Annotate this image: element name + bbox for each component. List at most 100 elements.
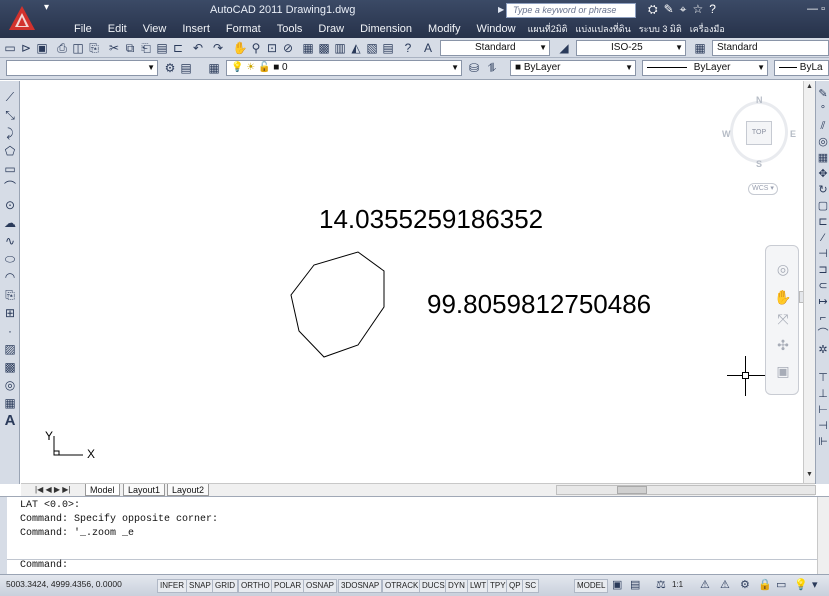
point-icon[interactable]: ·	[2, 323, 18, 339]
insert-block-icon[interactable]: ⎘	[2, 287, 18, 303]
match-properties-icon[interactable]: ▤	[154, 40, 170, 56]
save-icon[interactable]: ▣	[34, 40, 50, 56]
tool-palettes-icon[interactable]: ▥	[332, 40, 348, 56]
menu-dimension[interactable]: Dimension	[352, 22, 420, 36]
zoom-previous-icon[interactable]: ⊘	[280, 40, 296, 56]
ellipse-icon[interactable]: ⬭	[2, 251, 18, 267]
trim-icon[interactable]: ⁄	[816, 231, 829, 245]
horizontal-scroll-thumb[interactable]	[617, 486, 647, 494]
wcs-menu[interactable]: WCS ▾	[748, 183, 778, 195]
layer-properties-icon[interactable]: ▤	[178, 60, 194, 76]
dim-aligned-icon[interactable]: ⊥	[816, 387, 829, 401]
command-window-grip[interactable]	[0, 497, 7, 575]
toggle-ducs[interactable]: DUCS	[419, 579, 448, 593]
toggle-infer[interactable]: INFER	[157, 579, 187, 593]
zoom-extents-icon[interactable]: ⤧	[774, 310, 792, 328]
scroll-up-arrow[interactable]: ▲	[806, 83, 813, 90]
workspace-settings-icon[interactable]: ⚙	[162, 60, 178, 76]
text-style-icon[interactable]: A	[420, 40, 436, 56]
compass-east[interactable]: E	[790, 129, 796, 139]
toggle-snap[interactable]: SNAP	[186, 579, 214, 593]
sheet-set-icon[interactable]: ◭	[348, 40, 364, 56]
tab-layout1[interactable]: Layout1	[123, 484, 166, 496]
table-icon[interactable]: ▦	[2, 395, 18, 411]
command-scrollbar[interactable]	[817, 497, 829, 575]
quickcalc-icon[interactable]: ▤	[380, 40, 396, 56]
polyline-icon[interactable]: ⤸	[2, 125, 18, 141]
rectangle-icon[interactable]: ▭	[2, 161, 18, 177]
chamfer-icon[interactable]: ↦	[816, 295, 829, 309]
dim-radius-icon[interactable]: ⊩	[816, 435, 829, 449]
communication-center-icon[interactable]: ✎	[664, 2, 674, 17]
table-style-icon[interactable]: ▦	[692, 40, 708, 56]
compass-west[interactable]: W	[722, 129, 731, 139]
print-preview-icon[interactable]: ◫	[70, 40, 86, 56]
hatch-icon[interactable]: ▨	[2, 341, 18, 357]
revision-cloud-icon[interactable]: ☁	[2, 215, 18, 231]
properties-icon[interactable]: ▦	[300, 40, 316, 56]
viewcube[interactable]: N S E W TOP WCS ▾	[722, 91, 802, 201]
menu-2d-map[interactable]: แผนที่2มิติ	[524, 22, 572, 36]
open-file-icon[interactable]: ⊳	[18, 40, 34, 56]
help-button-icon[interactable]: ?	[400, 40, 416, 56]
horizontal-scrollbar[interactable]	[556, 485, 816, 495]
menu-modify[interactable]: Modify	[420, 22, 468, 36]
blend-icon[interactable]: ⌒	[816, 327, 829, 341]
vertical-scrollbar[interactable]: ▲ ▼	[803, 81, 815, 483]
move-icon[interactable]: ✥	[816, 167, 829, 181]
menu-land-parcel[interactable]: แบ่งแปลงที่ดิน	[572, 22, 635, 36]
publish-icon[interactable]: ⎘	[86, 40, 102, 56]
isolate-objects-icon[interactable]: ▭	[776, 578, 786, 591]
viewcube-top-face[interactable]: TOP	[746, 121, 772, 145]
toggle-qp[interactable]: QP	[506, 579, 524, 593]
menu-3d-system[interactable]: ระบบ 3 มิติ	[635, 22, 686, 36]
scroll-down-arrow[interactable]: ▼	[806, 471, 813, 478]
fillet-icon[interactable]: ⌐	[816, 311, 829, 325]
menu-view[interactable]: View	[135, 22, 175, 36]
arc-icon[interactable]: ⌒	[2, 179, 18, 195]
ellipse-arc-icon[interactable]: ◠	[2, 269, 18, 285]
make-block-icon[interactable]: ⊞	[2, 305, 18, 321]
menu-file[interactable]: File	[66, 22, 100, 36]
quick-view-layouts-icon[interactable]: ▣	[612, 578, 622, 591]
dim-ordinate-icon[interactable]: ⊣	[816, 419, 829, 433]
extend-icon[interactable]: ⊣	[816, 247, 829, 261]
new-file-icon[interactable]: ▭	[2, 40, 18, 56]
toggle-dyn[interactable]: DYN	[445, 579, 468, 593]
print-icon[interactable]: ⎙	[54, 40, 70, 56]
steering-wheel-icon[interactable]: ◎	[774, 260, 792, 278]
zoom-window-icon[interactable]: ⊡	[264, 40, 280, 56]
quick-view-drawings-icon[interactable]: ▤	[630, 578, 640, 591]
toggle-otrack[interactable]: OTRACK	[382, 579, 422, 593]
menu-format[interactable]: Format	[218, 22, 269, 36]
toggle-ortho[interactable]: ORTHO	[238, 579, 273, 593]
compass-south[interactable]: S	[756, 159, 762, 169]
redo-icon[interactable]: ↷	[210, 40, 226, 56]
scale-icon[interactable]: ▢	[816, 199, 829, 213]
command-input[interactable]: Command:	[7, 559, 817, 572]
toggle-grid[interactable]: GRID	[212, 579, 238, 593]
design-center-icon[interactable]: ▩	[316, 40, 332, 56]
pan-icon[interactable]: ✋	[232, 40, 248, 56]
erase-icon[interactable]: ✎	[816, 87, 829, 101]
menu-tools-thai[interactable]: เครื่องมือ	[686, 22, 729, 36]
zoom-realtime-icon[interactable]: ⚲	[248, 40, 264, 56]
explode-icon[interactable]: ✲	[816, 343, 829, 357]
annotation-scale-value[interactable]: 1:1	[670, 579, 685, 593]
tab-model[interactable]: Model	[85, 484, 120, 496]
coordinate-display[interactable]: 5003.3424, 4999.4356, 0.0000	[6, 579, 122, 589]
showmotion-icon[interactable]: ▣	[774, 362, 792, 380]
menu-tools[interactable]: Tools	[269, 22, 311, 36]
drawing-area[interactable]: 14.0355259186352 99.8059812750486 Y X N …	[21, 81, 803, 483]
color-select[interactable]: ■ ByLayer ▼	[510, 60, 636, 76]
application-menu-button[interactable]	[4, 2, 40, 36]
gradient-icon[interactable]: ▩	[2, 359, 18, 375]
markup-icon[interactable]: ▧	[364, 40, 380, 56]
tab-navigation-arrows[interactable]: |◀ ◀ ▶ ▶|	[35, 485, 70, 494]
dim-linear-icon[interactable]: ⊤	[816, 371, 829, 385]
binoculars-icon[interactable]: ⛭	[648, 2, 658, 17]
auto-scale-icon[interactable]: ⚠	[720, 578, 730, 591]
toggle-polar[interactable]: POLAR	[271, 579, 305, 593]
subscription-icon[interactable]: ⌖	[680, 2, 687, 17]
pan-hand-icon[interactable]: ✋	[774, 288, 792, 306]
